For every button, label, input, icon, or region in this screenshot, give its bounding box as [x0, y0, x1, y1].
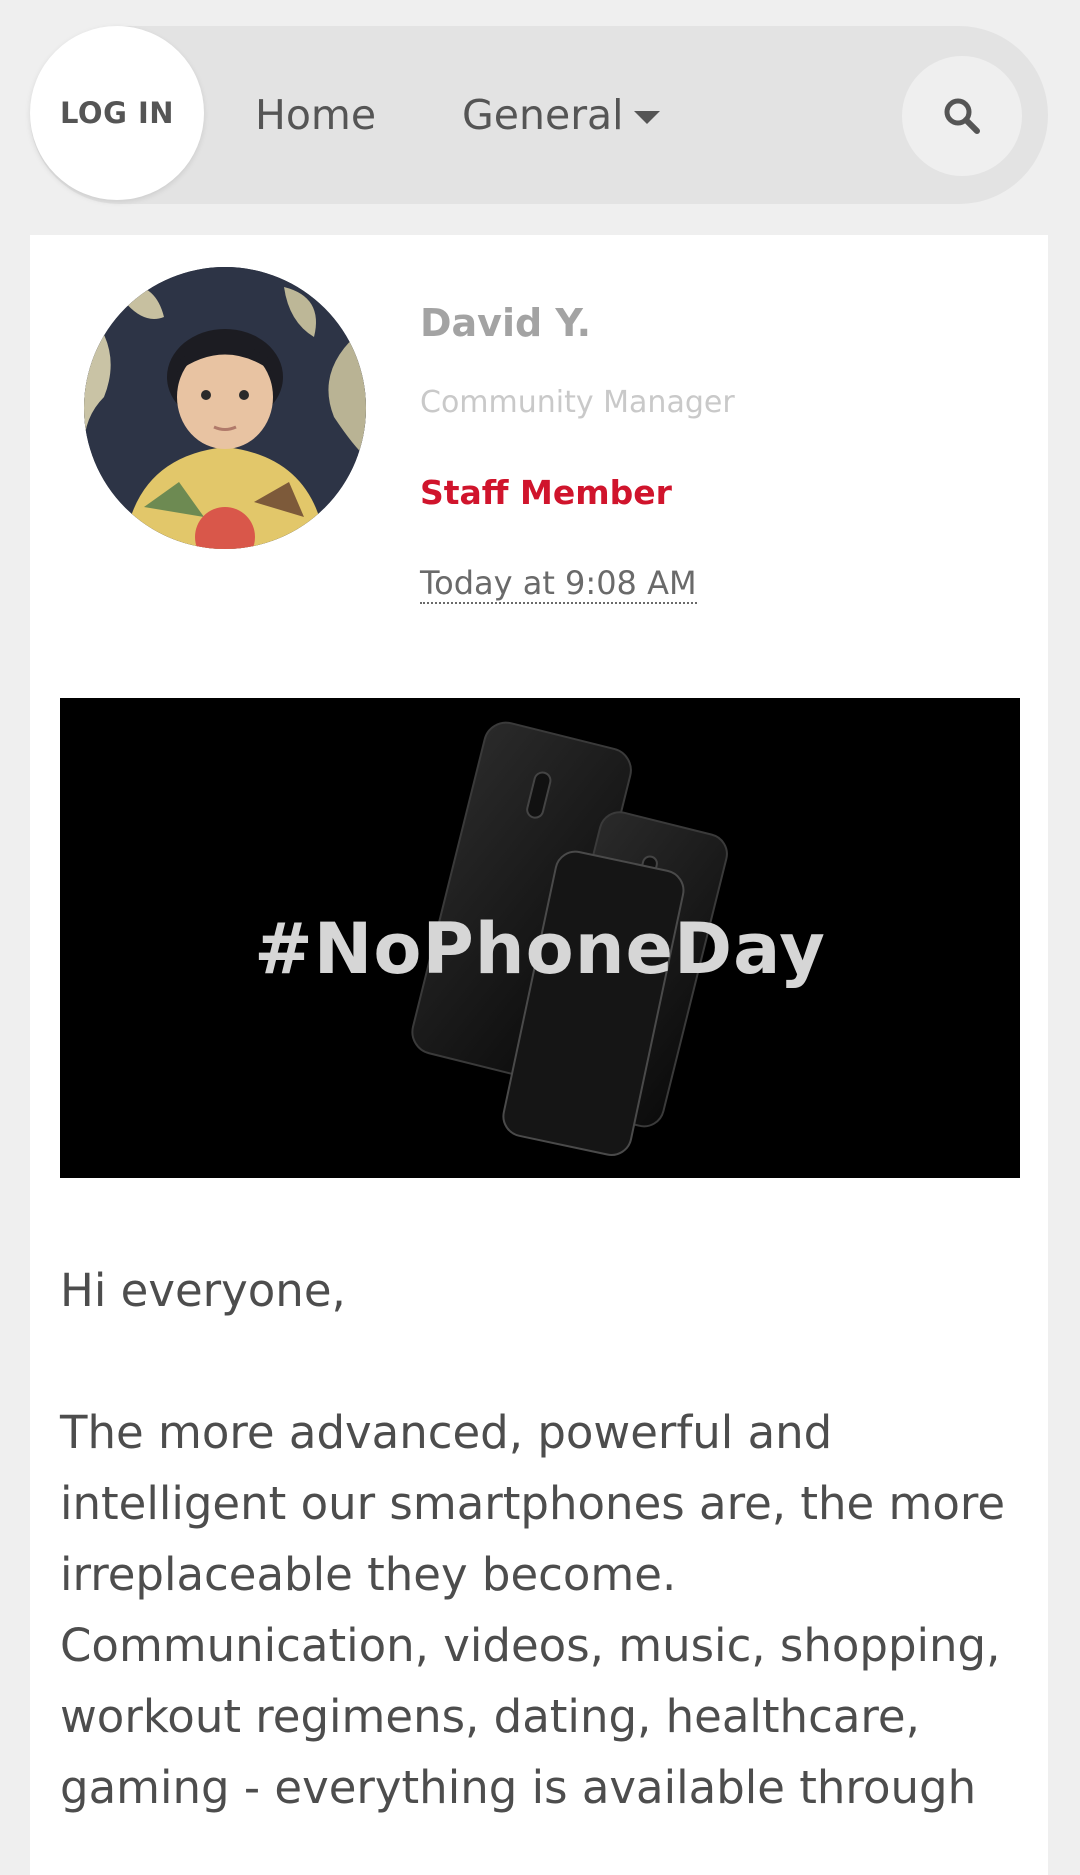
author-name[interactable]: David Y. — [420, 301, 591, 345]
search-button[interactable] — [902, 56, 1022, 176]
banner-hashtag: #NoPhoneDay — [254, 908, 826, 990]
post-paragraph: The more advanced, powerful and intellig… — [60, 1406, 1006, 1814]
caret-down-icon — [633, 110, 660, 124]
avatar-photo — [84, 267, 366, 549]
post-timestamp[interactable]: Today at 9:08 AM — [420, 565, 697, 604]
post-body: Hi everyone, The more advanced, powerful… — [60, 1255, 1020, 1823]
author-avatar[interactable] — [84, 267, 366, 549]
nav-general-dropdown[interactable]: General — [462, 26, 660, 204]
post-banner-image: #NoPhoneDay — [60, 698, 1020, 1178]
search-icon — [944, 98, 980, 134]
post-greeting: Hi everyone, — [60, 1264, 346, 1317]
author-title: Community Manager — [420, 385, 735, 420]
top-navbar: LOG IN Home General — [30, 26, 1048, 204]
post-card: David Y. Community Manager Staff Member … — [30, 235, 1048, 1875]
login-button[interactable]: LOG IN — [30, 26, 204, 200]
nav-general-label: General — [462, 91, 624, 139]
nav-home-label: Home — [255, 91, 377, 139]
staff-member-badge: Staff Member — [420, 473, 672, 512]
nav-home-link[interactable]: Home — [255, 26, 376, 204]
